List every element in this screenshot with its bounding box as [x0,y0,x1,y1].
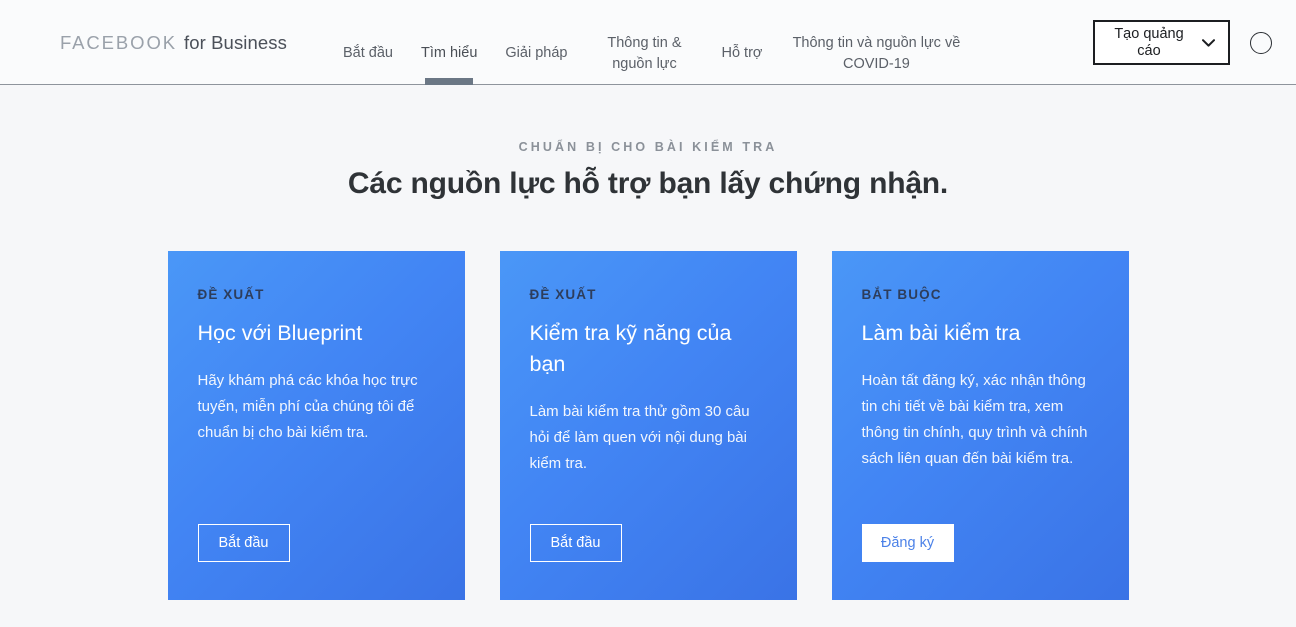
nav-item-ho-tro[interactable]: Hỗ trợ [707,0,776,85]
card-description: Làm bài kiểm tra thử gồm 30 câu hỏi để l… [529,403,750,472]
nav-item-bat-dau[interactable]: Bắt đầu [329,0,407,85]
nav-item-giai-phap[interactable]: Giải pháp [491,0,581,85]
chevron-down-icon [1202,38,1215,47]
main-content: CHUẨN BỊ CHO BÀI KIỂM TRA Các nguồn lực … [0,85,1296,600]
search-icon [1250,31,1272,54]
nav-active-underline [425,78,474,85]
resource-card-take-exam[interactable]: BẮT BUỘC Làm bài kiểm tra Hoàn tất đăng … [831,251,1129,600]
primary-nav: Bắt đầu Tìm hiểu Giải pháp Thông tin & n… [329,0,1083,85]
nav-item-label: Thông tin & nguồn lực [607,34,682,72]
card-kicker: ĐỀ XUẤT [529,287,597,302]
card-cta-button[interactable]: Bắt đầu [197,524,290,562]
search-button[interactable] [1246,28,1276,58]
brand-wordmark: FACEBOOK [60,31,177,53]
card-kicker: BẮT BUỘC [861,287,942,302]
page-title: Các nguồn lực hỗ trợ bạn lấy chứng nhận. [347,167,949,200]
card-cta-button[interactable]: Bắt đầu [529,524,622,562]
nav-item-label: Thông tin và nguồn lực về COVID-19 [792,34,961,72]
nav-item-label: Tìm hiểu [420,45,478,61]
nav-item-thong-tin-nguon-luc[interactable]: Thông tin & nguồn lực [581,0,707,85]
card-description: Hãy khám phá các khóa học trực tuyến, mi… [197,372,418,441]
card-description: Hoàn tất đăng ký, xác nhận thông tin chi… [861,372,1088,467]
nav-item-covid-19[interactable]: Thông tin và nguồn lực về COVID-19 [776,0,976,85]
card-kicker: ĐỀ XUẤT [197,287,265,302]
nav-item-label: Giải pháp [505,45,568,61]
create-ad-label: Tạo quảng cáo [1114,25,1184,59]
resource-card-practice-test[interactable]: ĐỀ XUẤT Kiểm tra kỹ năng của bạn Làm bài… [499,251,797,600]
card-title: Làm bài kiểm tra [861,321,1021,345]
card-cta-button[interactable]: Đăng ký [861,524,954,562]
section-eyebrow: CHUẨN BỊ CHO BÀI KIỂM TRA [518,140,778,154]
nav-item-label: Hỗ trợ [721,45,763,61]
nav-item-label: Bắt đầu [342,45,393,61]
resource-card-list: ĐỀ XUẤT Học với Blueprint Hãy khám phá c… [0,251,1296,600]
card-title: Kiểm tra kỹ năng của bạn [529,321,732,376]
nav-item-tim-hieu[interactable]: Tìm hiểu [407,0,491,85]
site-header: FACEBOOK for Business Bắt đầu Tìm hiểu G… [0,0,1296,85]
brand-suffix: for Business [183,31,287,53]
create-ad-button[interactable]: Tạo quảng cáo [1093,20,1230,65]
resource-card-blueprint[interactable]: ĐỀ XUẤT Học với Blueprint Hãy khám phá c… [167,251,465,600]
header-actions: Tạo quảng cáo [1083,0,1276,85]
brand-logo[interactable]: FACEBOOK for Business [0,0,307,85]
card-title: Học với Blueprint [197,321,363,345]
